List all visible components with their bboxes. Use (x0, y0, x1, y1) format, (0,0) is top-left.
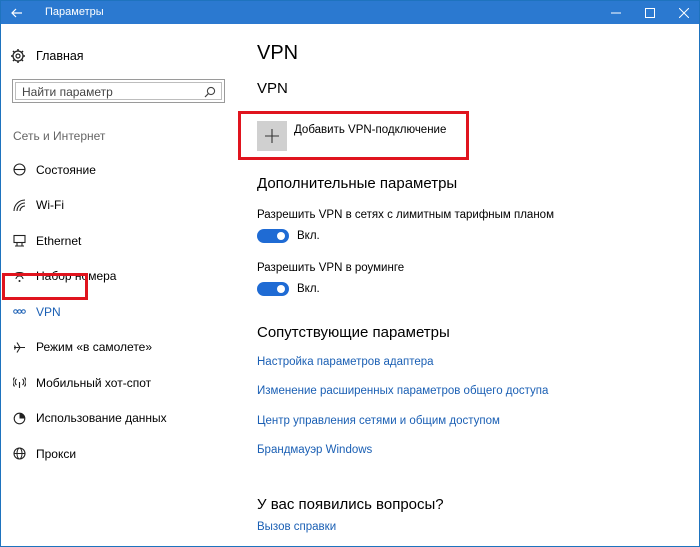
window-title: Параметры (45, 6, 104, 18)
sidebar-item-hotspot[interactable]: Мобильный хот-спот (1, 365, 237, 401)
vpn-section-title: VPN (257, 80, 288, 97)
hotspot-icon (12, 376, 26, 390)
sidebar-item-status[interactable]: Состояние (1, 152, 237, 188)
main-content: VPN VPN Добавить VPN-подключение Дополни… (257, 24, 697, 546)
sidebar-item-label: Wi-Fi (36, 198, 64, 213)
sidebar-item-proxy[interactable]: Прокси (1, 436, 237, 472)
search-inner-border (15, 82, 222, 101)
sidebar-item-label: Состояние (36, 162, 96, 177)
sidebar-item-wifi[interactable]: Wi-Fi (1, 188, 237, 224)
status-icon (12, 163, 26, 177)
globe-icon (12, 447, 26, 461)
close-icon (679, 7, 689, 18)
search-box[interactable] (12, 79, 225, 103)
title-bar: Параметры (1, 1, 699, 24)
search-icon[interactable] (203, 85, 217, 99)
close-button[interactable] (669, 1, 699, 24)
firewall-link[interactable]: Брандмауэр Windows (257, 444, 372, 456)
adapter-settings-link[interactable]: Настройка параметров адаптера (257, 356, 434, 368)
vpn-icon (12, 305, 26, 319)
toggle-knob (277, 285, 285, 293)
section-label: Сеть и Интернет (13, 129, 106, 143)
sharing-settings-link[interactable]: Изменение расширенных параметров общего … (257, 385, 548, 397)
metered-toggle-state: Вкл. (297, 230, 320, 242)
minimize-button[interactable] (601, 1, 631, 24)
arrow-left-icon (11, 8, 22, 17)
sidebar-item-data-usage[interactable]: Использование данных (1, 401, 237, 437)
roaming-toggle-state: Вкл. (297, 283, 320, 295)
questions-title: У вас появились вопросы? (257, 496, 444, 513)
sidebar-item-label: VPN (36, 304, 61, 319)
settings-window: Параметры Главная Найти параметр Сеть и … (0, 0, 700, 547)
sidebar-item-label: Использование данных (36, 411, 167, 426)
wifi-icon (12, 198, 26, 212)
back-button[interactable] (1, 1, 33, 24)
ethernet-icon (12, 234, 26, 248)
sidebar-item-ethernet[interactable]: Ethernet (1, 223, 237, 259)
related-settings-title: Сопутствующие параметры (257, 324, 450, 341)
home-gear-icon (9, 47, 27, 65)
sidebar-item-label: Мобильный хот-спот (36, 375, 152, 390)
sidebar-item-label: Режим «в самолете» (36, 340, 153, 355)
toggle-knob (277, 232, 285, 240)
roaming-option-label: Разрешить VPN в роуминге (257, 262, 405, 274)
nav-list: Состояние Wi-Fi Ethernet Набор номера VP… (1, 152, 237, 472)
advanced-options-title: Дополнительные параметры (257, 175, 458, 192)
sidebar-item-label: Прокси (36, 446, 77, 461)
maximize-button[interactable] (635, 1, 665, 24)
metered-option-label: Разрешить VPN в сетях с лимитным тарифны… (257, 209, 554, 221)
roaming-toggle[interactable] (257, 282, 289, 296)
maximize-icon (645, 7, 655, 18)
help-link[interactable]: Вызов справки (257, 521, 336, 533)
sidebar-item-label: Ethernet (36, 233, 82, 248)
minimize-icon (611, 12, 621, 13)
network-center-link[interactable]: Центр управления сетями и общим доступом (257, 415, 500, 427)
data-usage-icon (12, 411, 26, 425)
metered-toggle-row: Вкл. (257, 226, 320, 246)
roaming-toggle-row: Вкл. (257, 279, 320, 299)
sidebar-item-airplane[interactable]: Режим «в самолете» (1, 330, 237, 366)
home-link[interactable]: Главная (9, 46, 209, 66)
add-vpn-highlight-box (238, 111, 469, 160)
home-label: Главная (36, 49, 84, 63)
metered-toggle[interactable] (257, 229, 289, 243)
search-input[interactable] (22, 83, 202, 101)
vpn-highlight-box (2, 273, 88, 300)
airplane-icon (12, 340, 26, 354)
page-title: VPN (257, 42, 299, 64)
